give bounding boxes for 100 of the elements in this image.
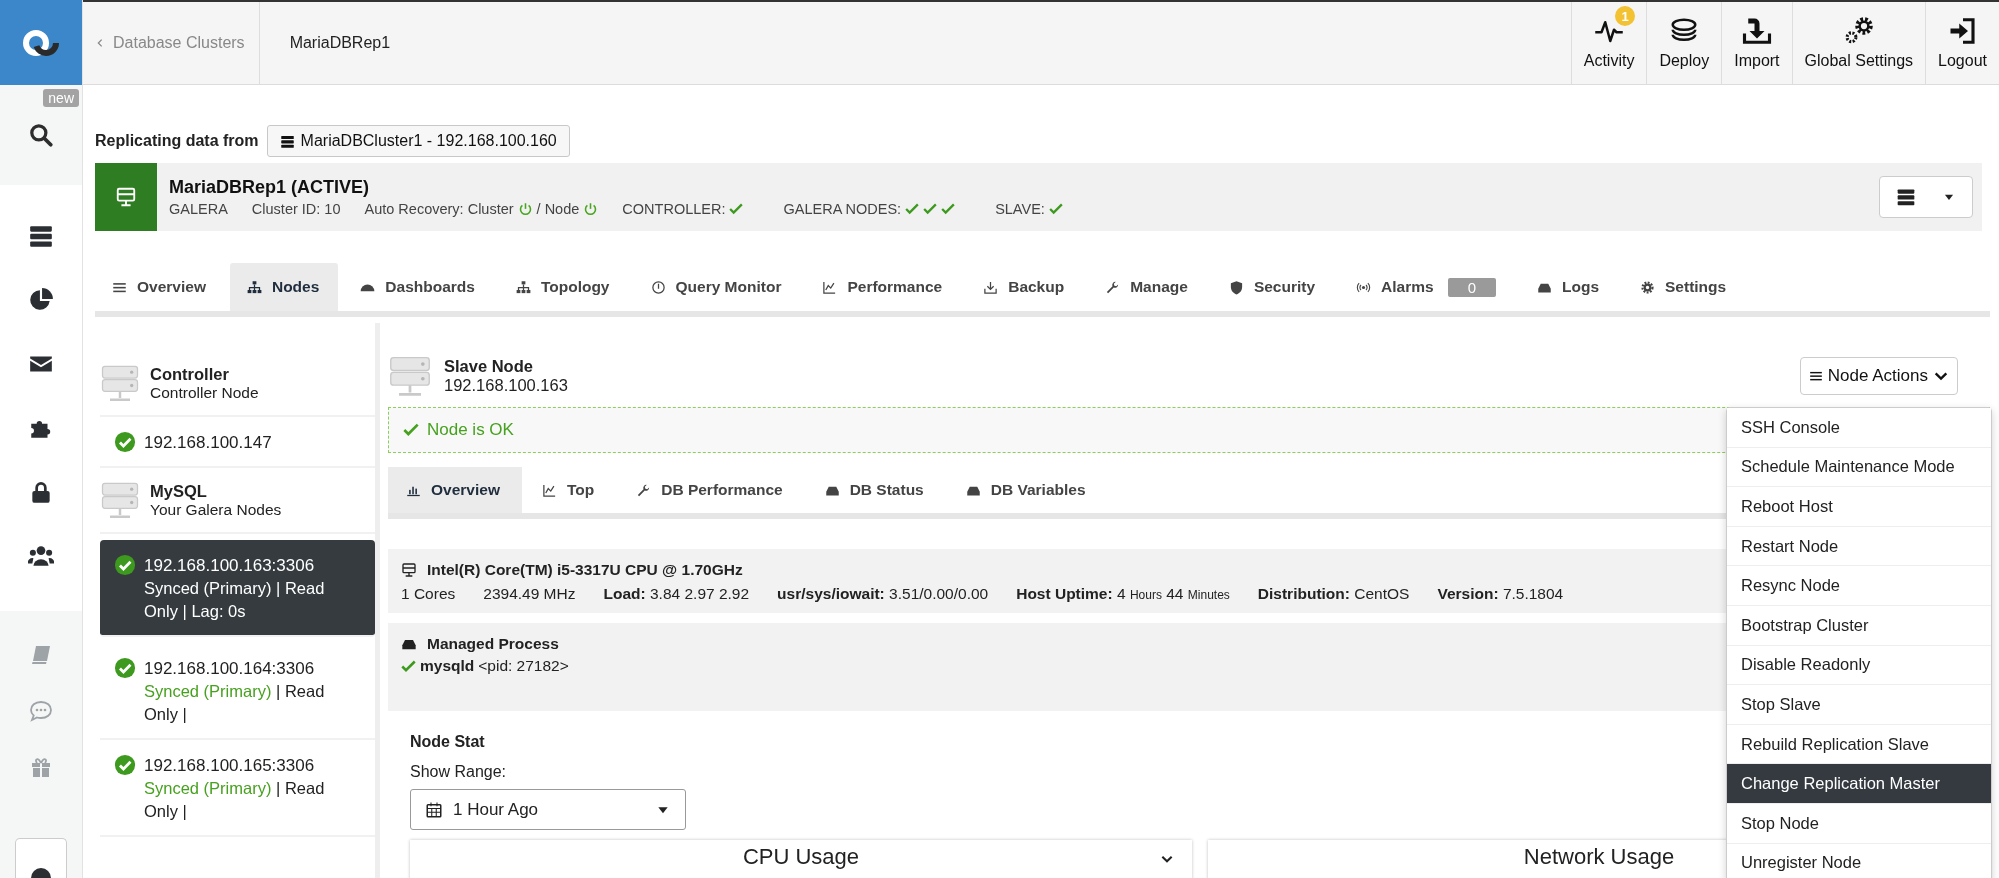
menu-item[interactable]: Disable Readonly (1727, 645, 1991, 686)
process-name: mysqld (420, 657, 475, 675)
cluster-menu-button[interactable] (1879, 176, 1973, 218)
node-status: Synced (Primary) | Read Only | Lag: 0s (144, 578, 326, 622)
node-recovery-label: / Node (536, 201, 580, 217)
tab[interactable]: Backup (966, 263, 1084, 311)
section-title: Node Stat (410, 733, 485, 751)
node-actions-button[interactable]: Node Actions (1799, 357, 1958, 395)
download-icon (983, 279, 999, 295)
replication-label: Replicating data from (95, 132, 259, 150)
tab[interactable]: DB Performance (618, 467, 805, 513)
help-button[interactable] (15, 838, 67, 878)
check-icon (403, 422, 419, 438)
host-stat: Version: 7.5.1804 (1437, 585, 1564, 603)
menu-item[interactable]: Restart Node (1727, 526, 1991, 567)
servers-icon (279, 133, 295, 149)
menu-item[interactable]: Schedule Maintenance Mode (1727, 447, 1991, 488)
search-icon (28, 122, 54, 148)
node-item[interactable]: 192.168.100.165:3306 Synced (Primary) | Read Only | (100, 740, 375, 837)
node-address: 192.168.100.163 (444, 376, 568, 395)
wrench-icon (636, 482, 652, 498)
status-label: SLAVE: (995, 201, 1045, 217)
line-chart-icon (541, 482, 557, 498)
menu-item[interactable]: Reboot Host (1727, 487, 1991, 527)
tab[interactable]: Nodes (229, 263, 339, 311)
host-stat: 1 Cores (401, 585, 456, 603)
chart-title: CPU Usage (742, 844, 860, 871)
range-label: Show Range: (410, 763, 507, 781)
tab[interactable]: Dashboards (343, 263, 494, 311)
server-icon (388, 354, 432, 398)
group-subtitle: Your Galera Nodes (150, 500, 282, 519)
menu-item[interactable]: Resync Node (1727, 566, 1991, 606)
tab[interactable]: Security (1211, 263, 1335, 311)
header-button[interactable]: Logout (1925, 2, 1999, 84)
process-title: Managed Process (427, 635, 559, 653)
sitemap-icon (515, 279, 531, 295)
tab[interactable]: Alarms 0 (1339, 263, 1515, 311)
line-chart-icon (822, 279, 838, 295)
header-button[interactable]: Activity 1 (1570, 2, 1647, 84)
node-item[interactable]: 192.168.100.164:3306 Synced (Primary) | Read Only | (100, 643, 375, 740)
auto-recovery-label: Auto Recovery: Cluster (364, 201, 514, 217)
cluster-type: GALERA (169, 201, 228, 217)
menu-item[interactable]: Rebuild Replication Slave (1727, 724, 1991, 765)
header-button[interactable]: Import (1721, 2, 1792, 84)
host-stat: Host Uptime: 4 Hours 44 Minutes (1016, 585, 1230, 603)
menu-item[interactable]: Stop Node (1727, 803, 1991, 844)
tab[interactable]: Manage (1088, 263, 1207, 311)
server-icon (100, 363, 140, 403)
node-address: 192.168.100.164:3306 (144, 658, 316, 680)
host-stat: usr/sys/iowait: 3.51/0.00/0.00 (777, 585, 989, 603)
node-address: 192.168.100.163:3306 (144, 555, 316, 577)
node-address: 192.168.100.165:3306 (144, 755, 316, 777)
group-subtitle: Controller Node (150, 383, 259, 402)
tab[interactable]: DB Status (806, 467, 946, 513)
chart-title: Network Usage (1523, 844, 1675, 871)
range-select[interactable]: 1 Hour Ago (410, 789, 686, 830)
tab[interactable]: Overview (388, 467, 522, 513)
source-cluster-button[interactable]: MariaDBCluster1 - 192.168.100.160 (266, 125, 570, 157)
cluster-id: Cluster ID: 10 (251, 201, 341, 217)
notification-badge: 1 (1615, 6, 1636, 26)
node-item[interactable]: 192.168.100.163:3306 Synced (Primary) | Read Only | Lag: 0s (100, 540, 375, 637)
group-title: MySQL (150, 481, 208, 501)
node-item[interactable]: 192.168.100.147 (100, 417, 375, 468)
header-button[interactable]: Global Settings (1791, 2, 1926, 84)
status-label: GALERA NODES: (783, 201, 902, 217)
monitor-icon (401, 562, 417, 578)
pie-chart-icon[interactable] (28, 287, 54, 313)
status-label: CONTROLLER: (622, 201, 726, 217)
tab[interactable]: DB Variables (947, 467, 1108, 513)
host-stat: Distribution: CentOS (1257, 585, 1410, 603)
info-icon (650, 279, 666, 295)
calendar-icon (425, 800, 443, 819)
host-stat: Load: 3.84 2.97 2.92 (603, 585, 750, 603)
tab[interactable]: Settings (1623, 263, 1746, 311)
process-pid: <pid: 27182> (478, 657, 569, 675)
header-button[interactable]: Deploy (1646, 2, 1722, 84)
tab[interactable]: Overview (95, 263, 225, 311)
gears-icon (1843, 16, 1874, 46)
tray-arrow-icon (1741, 16, 1772, 46)
servers-icon[interactable] (28, 223, 54, 249)
group-title: Controller (150, 364, 230, 384)
tab[interactable]: Performance (805, 263, 962, 311)
tab[interactable]: Top (523, 467, 617, 513)
sitemap-icon (246, 279, 262, 295)
menu-item[interactable]: SSH Console (1727, 408, 1991, 448)
tab[interactable]: Topology (498, 263, 629, 311)
menu-item[interactable]: Stop Slave (1727, 685, 1991, 725)
page-title: MariaDBRep1 (289, 34, 391, 52)
tab[interactable]: Query Monitor (633, 263, 801, 311)
menu-item[interactable]: Bootstrap Cluster (1727, 605, 1991, 646)
cluster-name: MariaDBRep1 (ACTIVE) (169, 177, 371, 198)
menu-item[interactable]: Change Replication Master (1727, 764, 1991, 804)
menu-item[interactable]: Unregister Node (1727, 843, 1991, 878)
cpu-model: Intel(R) Core(TM) i5-3317U CPU @ 1.70GHz (427, 561, 743, 579)
node-address: 192.168.100.147 (144, 432, 272, 454)
chevron-left-icon (95, 37, 105, 49)
node-title: Slave Node (444, 357, 534, 376)
users-icon[interactable] (28, 543, 54, 569)
tab[interactable]: Logs (1520, 263, 1618, 311)
count-badge: 0 (1447, 277, 1496, 297)
